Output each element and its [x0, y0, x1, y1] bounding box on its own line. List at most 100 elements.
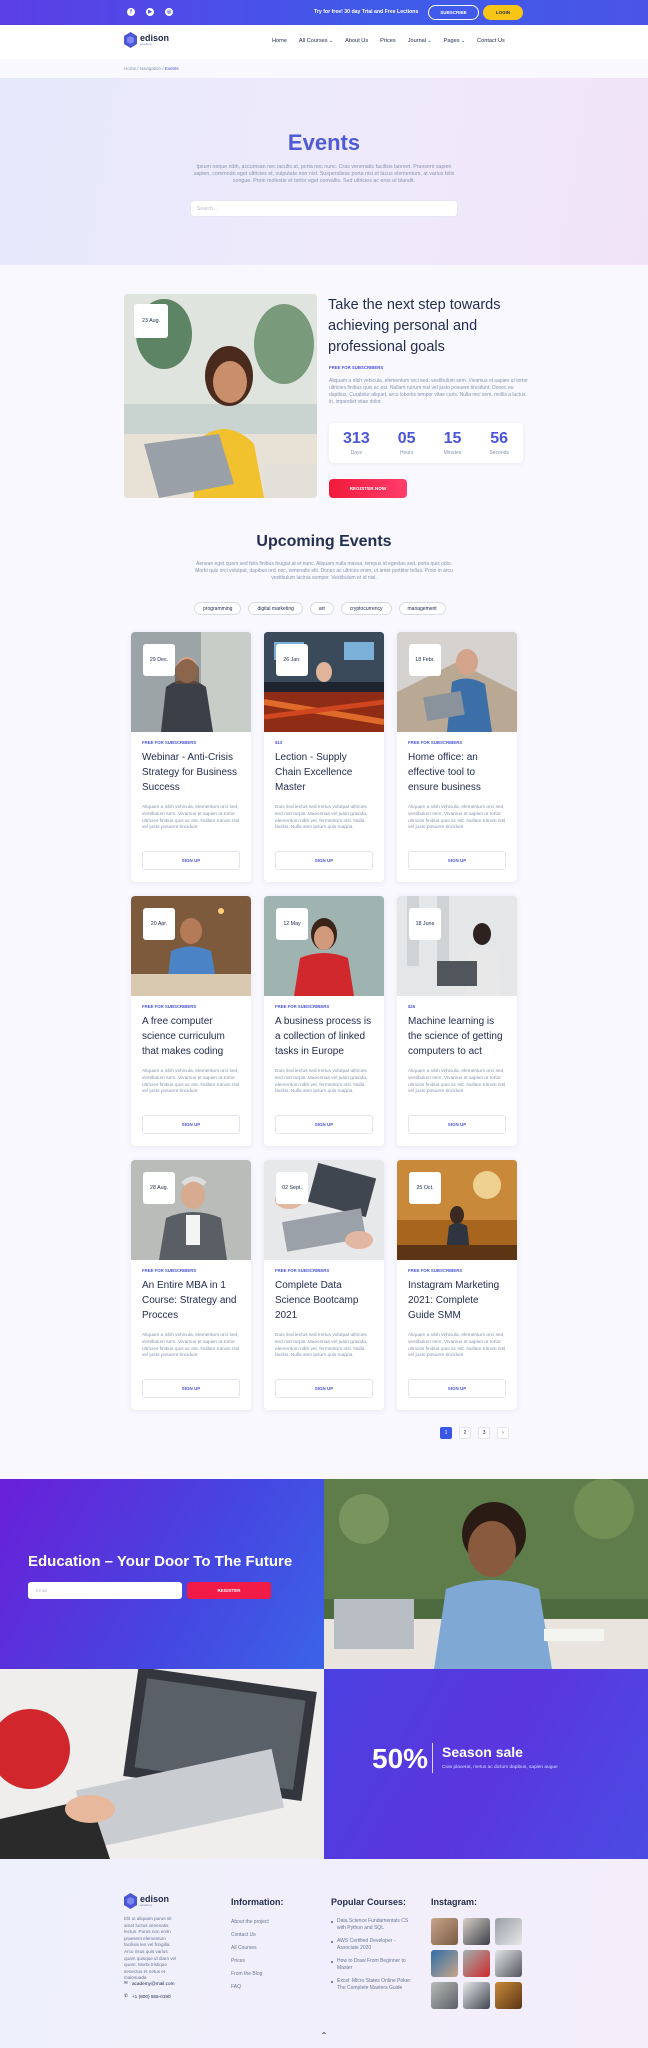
- event-card[interactable]: 28 Aug. FREE FOR SUBSCRIBERS An Entire M…: [131, 1160, 251, 1410]
- featured-event-title[interactable]: Take the next step towards achieving per…: [328, 295, 533, 358]
- instagram-thumbnail[interactable]: [495, 1950, 522, 1977]
- page-3[interactable]: 3: [478, 1427, 490, 1439]
- footer-course-link[interactable]: AWS Certified Developer - Associate 2020: [331, 1938, 415, 1952]
- subscribe-button[interactable]: SUBSCRIBE: [428, 5, 479, 20]
- nav-journal[interactable]: Journal: [408, 38, 432, 44]
- event-card[interactable]: 18 June $25 Machine learning is the scie…: [397, 896, 517, 1146]
- footer-about: Elit ut aliquam purus sit amet luctus ve…: [124, 1916, 177, 1981]
- footer-phone-text: +1 (800) 555-0190: [131, 1993, 171, 1999]
- event-description: Duis sed lectus sed metus volutpat ultri…: [275, 1333, 368, 1359]
- footer-link[interactable]: Prices: [231, 1958, 245, 1964]
- filter-chip[interactable]: management: [398, 602, 446, 615]
- filter-chip[interactable]: programming: [194, 602, 242, 615]
- instagram-thumbnail[interactable]: [463, 1950, 490, 1977]
- filter-chip[interactable]: cryptocurrency: [340, 602, 392, 615]
- footer-link[interactable]: Contact Us: [231, 1932, 256, 1938]
- register-now-button[interactable]: REGISTER NOW: [329, 479, 407, 498]
- event-card[interactable]: 12 May FREE FOR SUBSCRIBERS A business p…: [264, 896, 384, 1146]
- page-2[interactable]: 2: [459, 1427, 471, 1439]
- footer-link[interactable]: About the project: [231, 1919, 269, 1925]
- date-badge: 23 Aug.: [134, 304, 168, 338]
- nav-all-courses[interactable]: All Courses: [299, 38, 333, 44]
- countdown-label: Hours: [399, 449, 414, 456]
- nav-about-us[interactable]: About Us: [345, 38, 368, 44]
- sign-up-button[interactable]: SIGN UP: [142, 1379, 240, 1398]
- sign-up-button[interactable]: SIGN UP: [275, 851, 373, 870]
- email-field[interactable]: Email: [28, 1582, 182, 1599]
- popular-courses-title: Popular Courses:: [331, 1897, 407, 1907]
- search-input[interactable]: Search...: [190, 200, 458, 217]
- sign-up-button[interactable]: SIGN UP: [408, 1115, 506, 1134]
- instagram-thumbnail[interactable]: [495, 1982, 522, 2009]
- sign-up-button[interactable]: SIGN UP: [142, 851, 240, 870]
- event-title[interactable]: Webinar - Anti-Crisis Strategy for Busin…: [142, 750, 242, 795]
- season-sale-banner[interactable]: 50% Season sale Cras placerat, metus ac …: [324, 1669, 648, 1859]
- event-title[interactable]: A business process is a collection of li…: [275, 1014, 375, 1059]
- instagram-thumbnail[interactable]: [431, 1918, 458, 1945]
- facebook-icon[interactable]: f: [127, 8, 135, 16]
- youtube-icon[interactable]: ▶: [146, 8, 154, 16]
- event-card[interactable]: 02 Sept. FREE FOR SUBSCRIBERS Complete D…: [264, 1160, 384, 1410]
- event-tag: FREE FOR SUBSCRIBERS: [408, 1268, 463, 1273]
- instagram-thumbnail[interactable]: [495, 1918, 522, 1945]
- instagram-thumbnail[interactable]: [431, 1950, 458, 1977]
- event-card[interactable]: 29 Dec. FREE FOR SUBSCRIBERS Webinar - A…: [131, 632, 251, 882]
- next-page-button[interactable]: ›: [497, 1427, 509, 1439]
- nav-contact-us[interactable]: Contact Us: [477, 38, 505, 44]
- instagram-thumbnail[interactable]: [463, 1918, 490, 1945]
- scroll-to-top-icon[interactable]: ⌃: [318, 2031, 330, 2041]
- event-title[interactable]: Machine learning is the science of getti…: [408, 1014, 508, 1059]
- breadcrumb-navigation[interactable]: Navigation: [140, 66, 161, 71]
- nav-pages[interactable]: Pages: [444, 38, 465, 44]
- footer-email[interactable]: ✉ academy@mail.com: [124, 1980, 174, 1986]
- footer-link[interactable]: From the Blog: [231, 1971, 262, 1977]
- logo-icon: [124, 1893, 137, 1909]
- featured-event-tag: FREE FOR SUBSCRIBERS: [329, 365, 384, 370]
- event-title[interactable]: Complete Data Science Bootcamp 2021: [275, 1278, 375, 1323]
- breadcrumb-home[interactable]: Home: [124, 66, 136, 71]
- footer-link[interactable]: All Courses: [231, 1945, 257, 1951]
- breadcrumb: Home / Navigation / Events: [124, 66, 179, 71]
- event-description: Aliquam a nibh vehicula, elementum orci …: [142, 1069, 240, 1095]
- event-card[interactable]: 25 Oct. FREE FOR SUBSCRIBERS Instagram M…: [397, 1160, 517, 1410]
- instagram-icon[interactable]: ◎: [165, 8, 173, 16]
- sign-up-button[interactable]: SIGN UP: [408, 851, 506, 870]
- event-title[interactable]: Instagram Marketing 2021: Complete Guide…: [408, 1278, 508, 1323]
- featured-event-image[interactable]: 23 Aug.: [124, 294, 317, 498]
- sign-up-button[interactable]: SIGN UP: [275, 1379, 373, 1398]
- sign-up-button[interactable]: SIGN UP: [408, 1379, 506, 1398]
- event-description: Duis sed lectus sed metus volutpat ultri…: [275, 805, 368, 831]
- phone-icon: ✆: [124, 1993, 128, 1998]
- footer-course-link[interactable]: Excel: Micro States Online Poker: The Co…: [331, 1978, 415, 1992]
- countdown-hours: 05 Hours: [398, 430, 416, 456]
- instagram-thumbnail[interactable]: [463, 1982, 490, 2009]
- event-tag: FREE FOR SUBSCRIBERS: [275, 1268, 330, 1273]
- event-card[interactable]: 18 Febr. FREE FOR SUBSCRIBERS Home offic…: [397, 632, 517, 882]
- event-title[interactable]: A free computer science curriculum that …: [142, 1014, 242, 1059]
- event-card[interactable]: 20 Apr. FREE FOR SUBSCRIBERS A free comp…: [131, 896, 251, 1146]
- nav-home[interactable]: Home: [272, 38, 287, 44]
- logo[interactable]: edison academy: [124, 32, 169, 48]
- footer-logo[interactable]: edison academy: [124, 1893, 169, 1909]
- footer-course-link[interactable]: Data Science Fundamentals CS with Python…: [331, 1918, 415, 1932]
- login-button[interactable]: LOGIN: [483, 5, 523, 20]
- footer-course-link[interactable]: How to Draw From Beginner to Master: [331, 1958, 415, 1972]
- filter-chip[interactable]: digital marketing: [248, 602, 303, 615]
- nav-prices[interactable]: Prices: [380, 38, 396, 44]
- countdown-minutes: 15 Minutes: [444, 430, 462, 456]
- instagram-thumbnail[interactable]: [431, 1982, 458, 2009]
- event-tag: FREE FOR SUBSCRIBERS: [408, 740, 463, 745]
- register-button[interactable]: REGISTER: [187, 1582, 271, 1599]
- event-title[interactable]: Home office: an effective tool to ensure…: [408, 750, 508, 795]
- footer-phone[interactable]: ✆ +1 (800) 555-0190: [124, 1993, 171, 1999]
- page-1[interactable]: 1: [440, 1427, 452, 1439]
- upcoming-events-title: Upcoming Events: [256, 533, 392, 550]
- sign-up-button[interactable]: SIGN UP: [142, 1115, 240, 1134]
- filter-chip[interactable]: art: [309, 602, 334, 615]
- event-title[interactable]: Lection - Supply Chain Excellence Master: [275, 750, 375, 795]
- footer-link[interactable]: FAQ: [231, 1984, 241, 1990]
- nav-pages-label: Pages: [443, 38, 460, 44]
- event-card[interactable]: 26 Jan. $13 Lection - Supply Chain Excel…: [264, 632, 384, 882]
- sign-up-button[interactable]: SIGN UP: [275, 1115, 373, 1134]
- event-title[interactable]: An Entire MBA in 1 Course: Strategy and …: [142, 1278, 242, 1323]
